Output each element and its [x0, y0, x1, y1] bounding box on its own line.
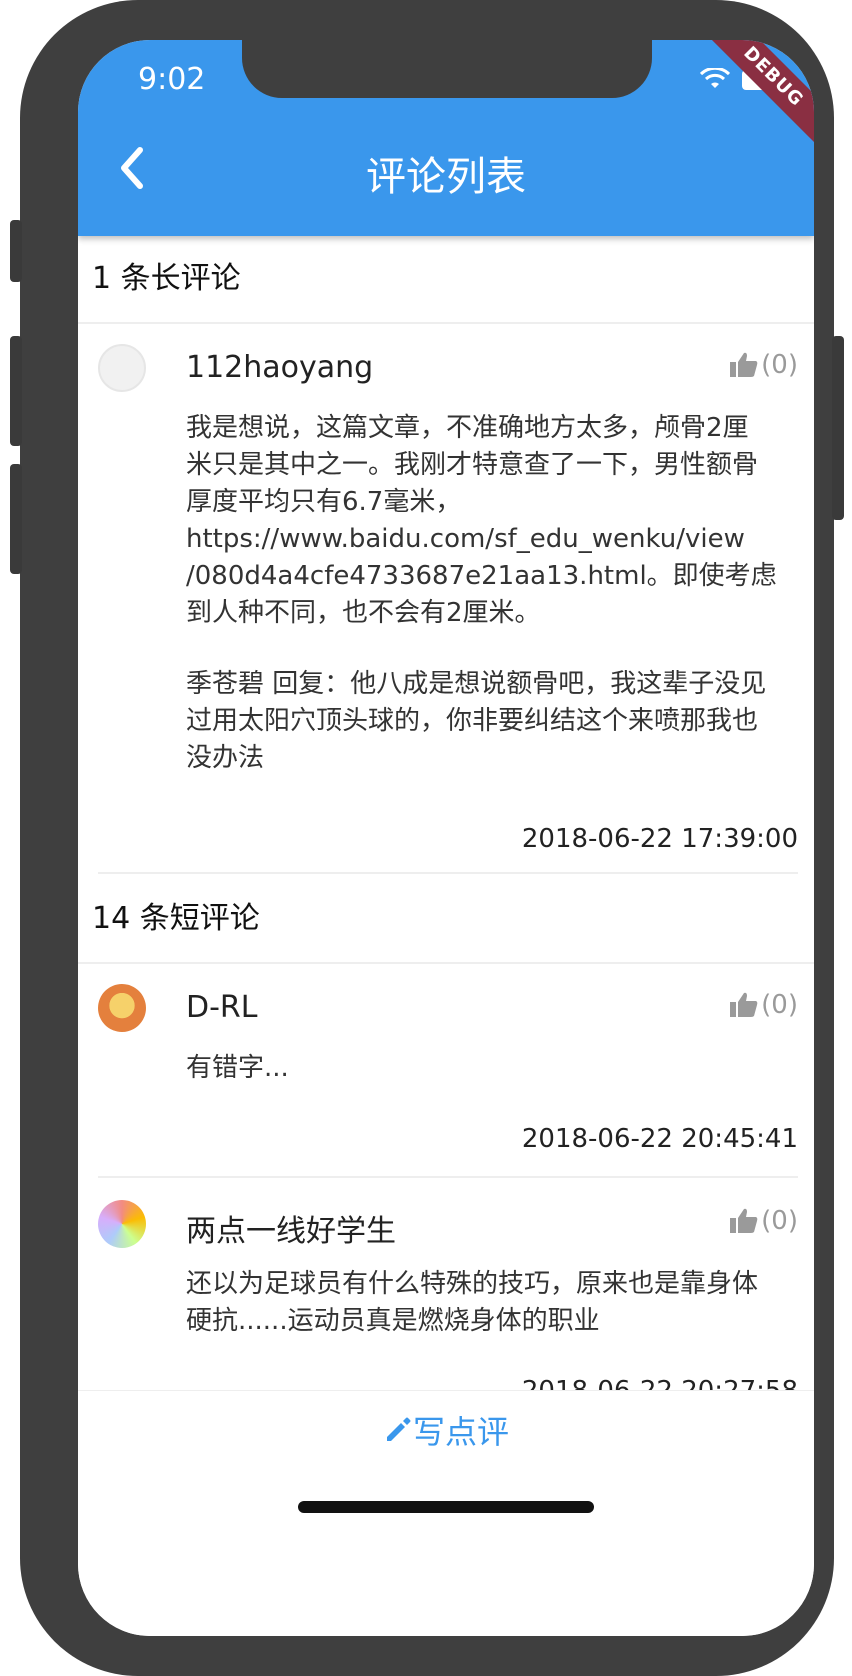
avatar[interactable]: [98, 344, 146, 392]
avatar[interactable]: [98, 984, 146, 1032]
write-review-label: 写点评: [412, 1413, 509, 1451]
comment-list[interactable]: 1 条长评论 112haoyang (0) 我是想说，这篇文章，不准确地方太多，…: [78, 236, 814, 1526]
short-comments-header: 14 条短评论: [78, 876, 814, 964]
home-indicator[interactable]: [298, 1501, 594, 1513]
thumbs-up-icon: [730, 992, 758, 1017]
app-bar: 9:02 DEBUG 评论列表: [78, 40, 814, 236]
divider: [98, 1176, 798, 1178]
phone-frame: 9:02 DEBUG 评论列表 1 条长评论 112haoyang (0) 我是…: [10, 0, 844, 1676]
write-review-button[interactable]: 写点评: [78, 1407, 814, 1453]
comment-item: D-RL (0) 有错字... 2018-06-22 20:45:41: [98, 964, 798, 1180]
screen: 9:02 DEBUG 评论列表 1 条长评论 112haoyang (0) 我是…: [78, 40, 814, 1636]
comment-item: 112haoyang (0) 我是想说，这篇文章，不准确地方太多，颅骨2厘 米只…: [98, 324, 798, 876]
comment-body: 我是想说，这篇文章，不准确地方太多，颅骨2厘 米只是其中之一。我刚才特意查了一下…: [186, 413, 777, 628]
power-button: [832, 336, 844, 520]
comment-author[interactable]: 112haoyang: [186, 350, 373, 385]
like-count: (0): [761, 1206, 798, 1236]
pencil-icon: [386, 1417, 411, 1441]
thumbs-up-icon: [730, 352, 758, 377]
like-count: (0): [761, 990, 798, 1020]
comment-timestamp: 2018-06-22 20:45:41: [521, 1124, 798, 1154]
like-button[interactable]: (0): [729, 1206, 798, 1236]
comment-timestamp: 2018-06-22 17:39:00: [521, 824, 798, 854]
status-time: 9:02: [138, 62, 206, 97]
comment-body: 还以为足球员有什么特殊的技巧，原来也是靠身体 硬抗......运动员真是燃烧身体…: [186, 1269, 759, 1336]
comment-body: 有错字...: [186, 1053, 289, 1083]
volume-up-button: [10, 336, 22, 446]
like-button[interactable]: (0): [729, 990, 798, 1020]
like-count: (0): [761, 350, 798, 380]
page-title: 评论列表: [366, 154, 526, 200]
thumbs-up-icon: [730, 1208, 758, 1233]
like-button[interactable]: (0): [729, 350, 798, 380]
mute-switch: [10, 220, 22, 282]
comment-reply: 季苍碧 回复：他八成是想说额骨吧，我这辈子没见 过用太阳穴顶头球的，你非要纠结这…: [186, 669, 767, 773]
long-comments-header: 1 条长评论: [78, 236, 814, 324]
comment-author[interactable]: D-RL: [186, 990, 257, 1025]
wifi-icon: [700, 68, 730, 88]
volume-down-button: [10, 464, 22, 574]
notch: [242, 40, 652, 98]
bottom-bar: 写点评: [78, 1390, 814, 1636]
divider: [98, 872, 798, 874]
comment-author[interactable]: 两点一线好学生: [186, 1206, 396, 1250]
debug-banner: DEBUG: [700, 40, 814, 150]
avatar[interactable]: [98, 1200, 146, 1248]
